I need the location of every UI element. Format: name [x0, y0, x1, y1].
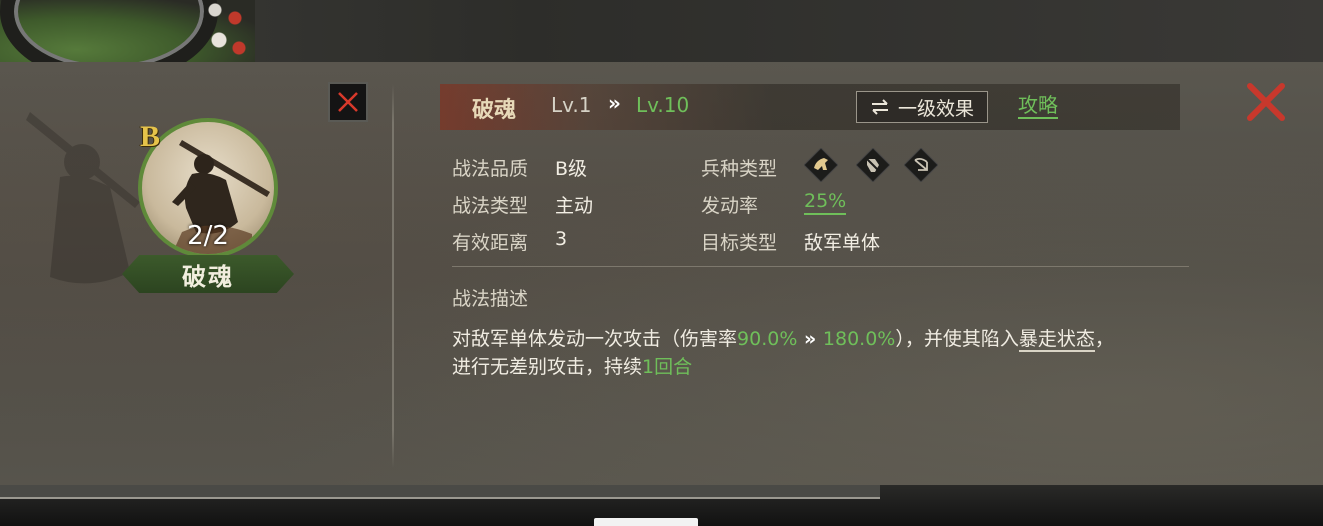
level-max: Lv.10 — [636, 93, 690, 117]
strategy-link[interactable]: 攻略 — [1018, 93, 1058, 119]
duration-value: 1回合 — [642, 356, 693, 378]
description-title: 战法描述 — [452, 288, 529, 310]
swap-arrows-icon — [871, 99, 888, 115]
description-text-3: ， — [1094, 328, 1114, 350]
trigger-rate-value[interactable]: 25% — [804, 189, 847, 215]
damage-rate-from: 90.0% — [737, 328, 798, 350]
damage-rate-arrow: » — [797, 328, 823, 350]
bow-icon[interactable] — [904, 148, 938, 182]
skill-name-plate-label: 破魂 — [182, 261, 234, 291]
grade-badge: B — [140, 120, 161, 153]
cavalry-icon[interactable] — [804, 148, 838, 182]
damage-rate-to: 180.0% — [822, 328, 896, 350]
unequip-button[interactable] — [328, 82, 368, 122]
background-pieces — [205, 0, 250, 62]
range-value: 3 — [555, 228, 568, 250]
target-type-label: 目标类型 — [701, 232, 778, 254]
uses-counter: 2/2 — [187, 221, 229, 251]
background-bottom-bar — [0, 485, 880, 499]
close-icon — [1247, 83, 1285, 121]
skill-name-plate: 破魂 — [122, 255, 294, 293]
status-link[interactable]: 暴走状态 — [1018, 328, 1095, 352]
close-icon — [338, 92, 358, 112]
game-screen: B 2/2 破魂 破魂 Lv.1 » Lv.10 一级效果 攻略 战法品质 B级… — [0, 0, 1323, 526]
skill-title: 破魂 — [472, 97, 517, 123]
skill-description: 对敌军单体发动一次攻击（伤害率90.0% » 180.0%），并使其陷入暴走状态… — [452, 325, 1212, 381]
description-text-2: ），并使其陷入 — [895, 328, 1019, 350]
effect-level-label: 一级效果 — [897, 97, 974, 120]
level-current: Lv.1 — [551, 93, 592, 117]
panel-divider — [392, 84, 394, 468]
target-type-value: 敌军单体 — [804, 232, 881, 254]
quality-label: 战法品质 — [452, 158, 529, 180]
range-label: 有效距离 — [452, 232, 529, 254]
shield-icon[interactable] — [856, 148, 890, 182]
effect-level-button[interactable]: 一级效果 — [856, 91, 988, 123]
home-indicator — [594, 518, 698, 526]
close-button[interactable] — [1244, 82, 1288, 122]
type-value: 主动 — [555, 195, 594, 217]
level-arrow: » — [608, 91, 621, 115]
section-divider — [452, 266, 1189, 267]
description-text-1: 对敌军单体发动一次攻击（伤害率 — [452, 328, 738, 350]
quality-value: B级 — [555, 158, 588, 180]
troop-type-label: 兵种类型 — [701, 158, 778, 180]
type-label: 战法类型 — [452, 195, 529, 217]
trigger-rate-label: 发动率 — [701, 195, 759, 217]
description-text-4: 进行无差别攻击，持续 — [452, 356, 643, 378]
